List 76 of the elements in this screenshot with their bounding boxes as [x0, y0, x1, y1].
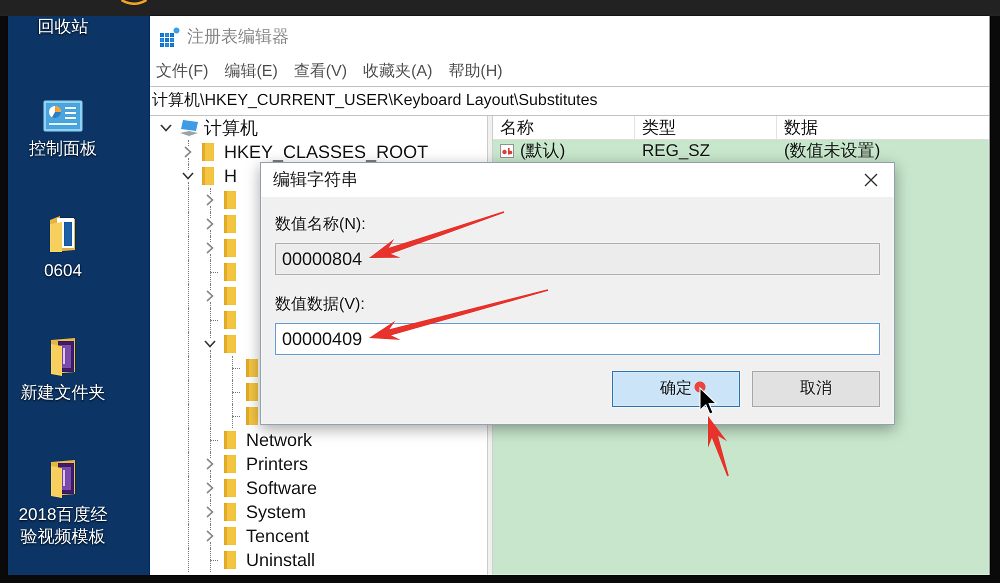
tree-item[interactable]: HKEY_CLASSES_ROOT — [224, 140, 428, 164]
chevron-right-icon[interactable] — [206, 482, 214, 494]
folder-book-icon[interactable] — [48, 336, 78, 376]
desktop-icon-label[interactable]: 控制面板 — [13, 138, 113, 160]
folder-icon — [224, 503, 236, 521]
tree-item[interactable]: H — [224, 164, 237, 188]
grid-cube-icon — [160, 27, 180, 47]
folder-icon — [224, 527, 236, 545]
column-header[interactable]: 名称 — [493, 116, 635, 139]
folder-icon — [224, 479, 236, 497]
pie-chart-panel-icon[interactable] — [43, 100, 83, 132]
address-bar[interactable]: 计算机\HKEY_CURRENT_USER\Keyboard Layout\Substitutes — [150, 86, 989, 116]
column-header[interactable]: 数据 — [777, 116, 989, 139]
folder-icon — [246, 407, 258, 425]
dialog-button[interactable]: 取消 — [752, 371, 880, 407]
folder-icon — [246, 359, 258, 377]
close-button[interactable] — [864, 173, 878, 187]
chevron-right-icon[interactable] — [206, 218, 214, 230]
menu-item[interactable]: 收藏夹(A) — [363, 60, 432, 84]
folder-icon — [224, 455, 236, 473]
computer-icon — [180, 120, 198, 136]
folder-icon — [202, 167, 214, 185]
desktop-icon-label[interactable]: 2018百度经验视频模板 — [13, 504, 113, 548]
close-icon — [864, 173, 878, 187]
chevron-right-icon[interactable] — [206, 458, 214, 470]
folder-book-icon[interactable] — [48, 458, 78, 498]
table-cell-text: REG_SZ — [641, 140, 712, 162]
mouse-pointer-icon — [699, 386, 718, 415]
folder-icon — [224, 215, 236, 233]
text-field[interactable]: 00000409 — [275, 323, 880, 355]
table-cell-text: (数值未设置) — [783, 140, 880, 162]
menu-item[interactable]: 编辑(E) — [224, 60, 278, 84]
folder-icon — [224, 431, 236, 449]
chevron-right-icon[interactable] — [206, 530, 214, 542]
desktop-icon-label[interactable]: 回收站 — [13, 16, 113, 38]
dialog-title: 编辑字符串 — [273, 169, 358, 192]
chevron-right-icon[interactable] — [206, 194, 214, 206]
text-tile-icon — [500, 144, 514, 158]
chevron-right-icon[interactable] — [206, 242, 214, 254]
menu-item[interactable]: 查看(V) — [294, 60, 348, 84]
annotation-arrow — [708, 416, 729, 476]
column-header[interactable]: 类型 — [635, 116, 777, 139]
chevron-right-icon[interactable] — [206, 290, 214, 302]
menu-item[interactable]: 文件(F) — [156, 60, 208, 84]
chevron-down-icon[interactable] — [204, 340, 216, 348]
tree-item[interactable]: Software — [246, 476, 318, 500]
chevron-right-icon[interactable] — [184, 146, 192, 158]
ring-icon — [120, 0, 148, 5]
table-cell-text: (默认) — [520, 140, 566, 162]
field-label: 数值数据(V): — [275, 295, 365, 315]
tree-item[interactable]: System — [246, 500, 306, 524]
folder-icon — [224, 551, 236, 569]
folder-icon — [224, 263, 236, 281]
chevron-down-icon[interactable] — [182, 172, 194, 180]
folder-document-icon[interactable] — [48, 214, 78, 254]
desktop-icon-label[interactable]: 新建文件夹 — [13, 382, 113, 404]
window-title: 注册表编辑器 — [187, 26, 289, 48]
dialog-button[interactable]: 确定 — [612, 371, 740, 407]
tree-item[interactable]: Network — [246, 428, 312, 452]
tree-item[interactable]: 计算机 — [204, 116, 258, 140]
menu-item[interactable]: 帮助(H) — [448, 60, 503, 84]
chevron-right-icon[interactable] — [206, 506, 214, 518]
folder-icon — [224, 335, 236, 353]
text-field[interactable]: 00000804 — [275, 243, 880, 275]
field-label: 数值名称(N): — [275, 215, 366, 235]
folder-icon — [224, 191, 236, 209]
folder-icon — [246, 383, 258, 401]
folder-icon — [202, 143, 214, 161]
desktop-icon-label[interactable]: 0604 — [13, 260, 113, 282]
folder-icon — [224, 311, 236, 329]
folder-icon — [224, 239, 236, 257]
tree-item[interactable]: Tencent — [246, 524, 310, 548]
tree-item[interactable]: Printers — [246, 452, 308, 476]
folder-icon — [224, 287, 236, 305]
chevron-down-icon[interactable] — [160, 124, 172, 132]
tree-item[interactable]: Uninstall — [246, 548, 316, 572]
